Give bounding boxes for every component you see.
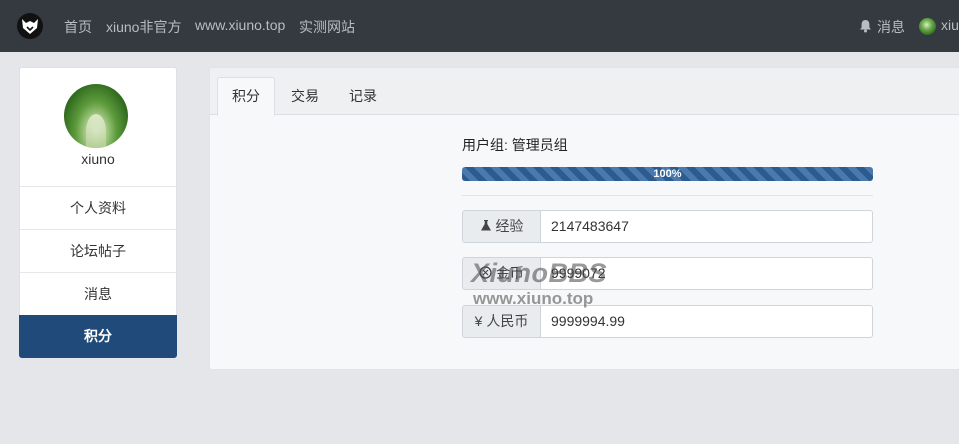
nav-messages-link[interactable]: 消息 bbox=[877, 17, 905, 37]
user-group-label: 用户组: 管理员组 bbox=[462, 137, 568, 153]
tab-trade[interactable]: 交易 bbox=[277, 78, 333, 114]
rmb-label: ¥ 人民币 bbox=[474, 313, 529, 329]
flask-icon bbox=[480, 220, 491, 231]
profile-card: xiuno 个人资料 论坛帖子 消息 积分 bbox=[19, 67, 177, 358]
experience-label: 经验 bbox=[495, 218, 524, 234]
tab-credits[interactable]: 积分 bbox=[217, 77, 275, 116]
rmb-row: ¥ 人民币 9999994.99 bbox=[462, 305, 873, 338]
tab-records[interactable]: 记录 bbox=[335, 78, 391, 114]
logo-icon[interactable] bbox=[17, 13, 43, 39]
top-navbar: 首页 xiuno非官方 www.xiuno.top 实测网站 消息 xiu bbox=[0, 0, 959, 52]
nav-xiuno-link[interactable]: xiuno非官方 bbox=[106, 17, 181, 37]
rmb-addon: ¥ 人民币 bbox=[462, 305, 541, 338]
profile-username: xiuno bbox=[81, 151, 115, 167]
bell-icon[interactable] bbox=[859, 19, 872, 36]
divider bbox=[462, 195, 873, 196]
rmb-field[interactable]: 9999994.99 bbox=[541, 305, 873, 338]
avatar bbox=[64, 84, 128, 148]
menu-item-profile[interactable]: 个人资料 bbox=[20, 186, 176, 229]
nav-test-site-link[interactable]: 实测网站 bbox=[299, 17, 355, 37]
nav-home-link[interactable]: 首页 bbox=[64, 17, 92, 37]
tab-bar: 积分 交易 记录 bbox=[210, 68, 959, 116]
nav-user-link[interactable]: xiu bbox=[941, 17, 959, 33]
menu-item-posts[interactable]: 论坛帖子 bbox=[20, 229, 176, 272]
menu-item-credits[interactable]: 积分 bbox=[19, 315, 177, 358]
progress-bar: 100% bbox=[462, 167, 873, 181]
experience-row: 经验 2147483647 bbox=[462, 210, 873, 243]
watermark-title: XiunoBBS bbox=[471, 258, 607, 288]
experience-addon: 经验 bbox=[462, 210, 541, 243]
watermark-url: www.xiuno.top bbox=[473, 289, 594, 308]
user-avatar-icon[interactable] bbox=[919, 18, 936, 35]
menu-item-messages[interactable]: 消息 bbox=[20, 272, 176, 315]
credits-panel: 积分 交易 记录 用户组: 管理员组 100% 经验 2147483647 金币… bbox=[209, 67, 959, 370]
nav-site-link[interactable]: www.xiuno.top bbox=[195, 17, 285, 33]
experience-field[interactable]: 2147483647 bbox=[541, 210, 873, 243]
